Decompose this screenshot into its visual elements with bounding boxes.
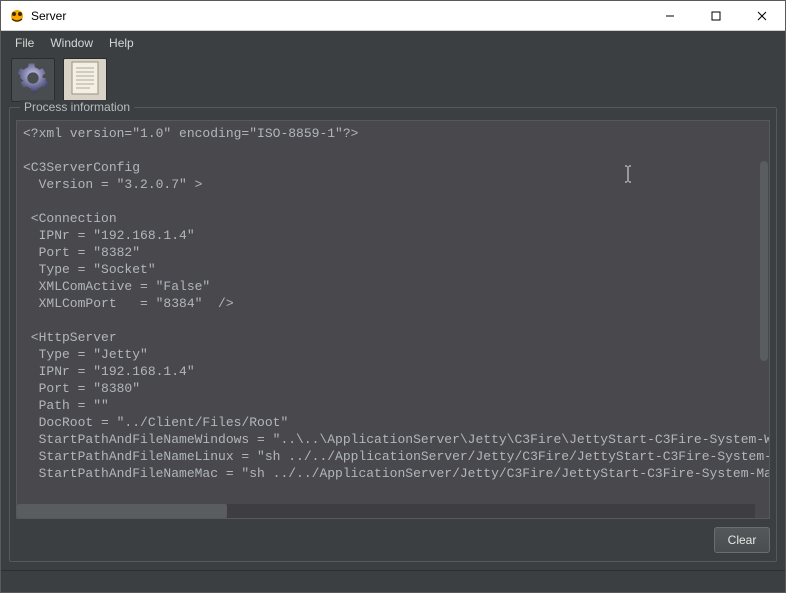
document-button[interactable] [63,58,107,102]
vertical-scrollbar-thumb[interactable] [760,161,768,361]
menubar: File Window Help [1,31,785,55]
document-icon [70,60,100,101]
content-area: Process information <?xml version="1.0" … [1,107,785,570]
statusbar [1,570,785,592]
menu-file[interactable]: File [7,34,42,52]
horizontal-scrollbar-thumb[interactable] [17,504,227,518]
maximize-button[interactable] [693,1,739,30]
window-title: Server [31,9,66,23]
horizontal-scrollbar[interactable] [17,504,755,518]
menu-window[interactable]: Window [42,34,101,52]
app-icon [9,8,25,24]
process-output-pane: <?xml version="1.0" encoding="ISO-8859-1… [16,120,770,519]
app-window: Server File Window Help [0,0,786,593]
clear-button[interactable]: Clear [714,527,770,553]
close-button[interactable] [739,1,785,30]
process-output-text[interactable]: <?xml version="1.0" encoding="ISO-8859-1… [17,121,769,504]
group-title: Process information [20,100,134,114]
menu-help[interactable]: Help [101,34,142,52]
gear-icon [16,61,50,100]
button-row: Clear [16,519,770,553]
minimize-button[interactable] [647,1,693,30]
vertical-scrollbar[interactable] [755,121,769,504]
window-controls [647,1,785,30]
titlebar: Server [1,1,785,31]
settings-button[interactable] [11,58,55,102]
process-information-group: Process information <?xml version="1.0" … [9,107,777,562]
